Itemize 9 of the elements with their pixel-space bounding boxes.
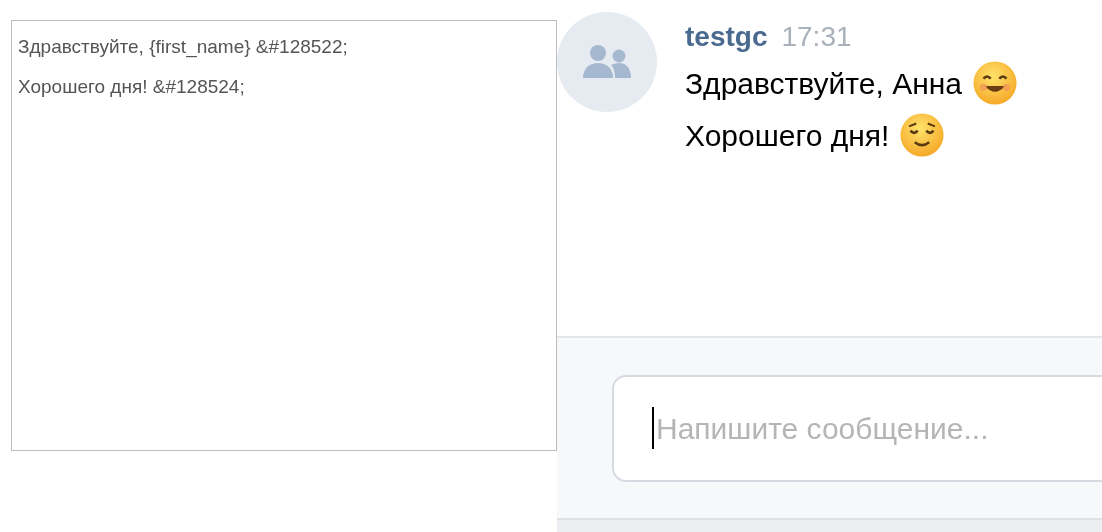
group-icon bbox=[582, 44, 632, 80]
message-input[interactable]: Напишите сообщение... bbox=[612, 375, 1102, 482]
author-name[interactable]: testgc bbox=[685, 17, 768, 57]
message-time: 17:31 bbox=[781, 20, 852, 54]
relieved-face-icon bbox=[899, 112, 946, 158]
template-field[interactable]: Здравствуйте, {first_name} &#128522; Хорошего дня! &#128524; bbox=[11, 20, 557, 451]
message-text: Здравствуйте, Анна bbox=[685, 65, 962, 102]
smiling-face-icon bbox=[971, 60, 1018, 106]
message-text: Хорошего дня! bbox=[685, 117, 890, 154]
